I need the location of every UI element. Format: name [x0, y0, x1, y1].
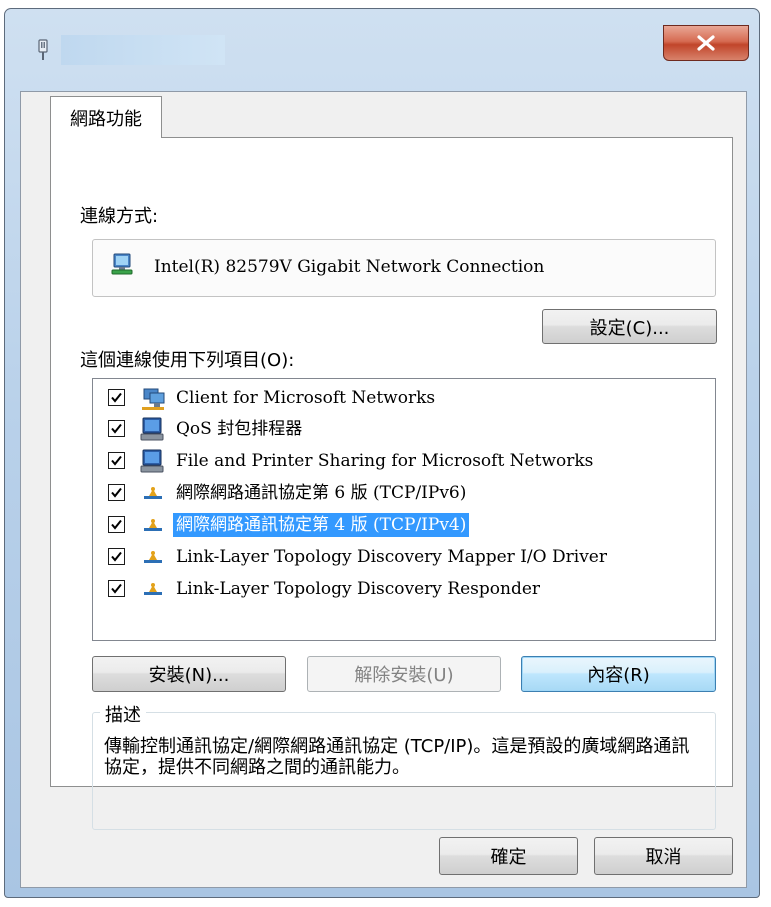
configure-button[interactable]: 設定(C)...	[542, 309, 717, 344]
list-item[interactable]: 網際網路通訊協定第 6 版 (TCP/IPv6)	[93, 478, 715, 508]
checkmark-icon	[111, 583, 122, 594]
list-item-label: File and Printer Sharing for Microsoft N…	[176, 451, 594, 471]
list-item[interactable]: 網際網路通訊協定第 4 版 (TCP/IPv4)	[93, 510, 715, 540]
protocol-icon	[140, 544, 166, 570]
configure-button-label: 設定(C)...	[589, 317, 670, 339]
uninstall-button-label: 解除安裝(U)	[354, 665, 454, 686]
items-label: 這個連線使用下列項目(O):	[80, 350, 295, 371]
list-item-label: 網際網路通訊協定第 6 版 (TCP/IPv6)	[176, 483, 467, 503]
network-adapter-icon	[37, 39, 49, 61]
list-item-label-selected: 網際網路通訊協定第 4 版 (TCP/IPv4)	[173, 513, 470, 537]
service-computer-icon	[140, 448, 166, 474]
checkmark-icon	[111, 392, 122, 403]
protocol-icon	[140, 480, 166, 506]
checkbox[interactable]	[108, 548, 125, 565]
checkbox[interactable]	[108, 452, 125, 469]
list-item[interactable]: QoS 封包排程器	[93, 414, 715, 444]
checkbox[interactable]	[108, 580, 125, 597]
adapter-box: Intel(R) 82579V Gigabit Network Connecti…	[92, 239, 716, 297]
checkmark-icon	[111, 551, 122, 562]
install-button-label: 安裝(N)...	[148, 665, 230, 686]
checkmark-icon	[111, 487, 122, 498]
window-title	[61, 35, 225, 65]
tab-networking[interactable]: 網路功能	[50, 96, 162, 138]
dialog-client: 網路功能 連線方式: Intel(R) 82579V Gigabit Netwo…	[20, 91, 747, 888]
list-item[interactable]: Link-Layer Topology Discovery Mapper I/O…	[93, 542, 715, 572]
checkmark-icon	[111, 519, 122, 530]
list-item-label: Link-Layer Topology Discovery Mapper I/O…	[176, 547, 607, 567]
list-item-label: Link-Layer Topology Discovery Responder	[176, 579, 541, 599]
dialog-window: 網路功能 連線方式: Intel(R) 82579V Gigabit Netwo…	[4, 8, 760, 898]
checkbox[interactable]	[108, 484, 125, 501]
network-client-icon	[140, 385, 166, 411]
list-item[interactable]: Client for Microsoft Networks	[93, 383, 715, 413]
properties-button[interactable]: 內容(R)	[521, 656, 716, 692]
checkbox[interactable]	[108, 420, 125, 437]
checkbox[interactable]	[108, 389, 125, 406]
title-bar[interactable]	[5, 9, 759, 83]
tab-panel: 連線方式: Intel(R) 82579V Gigabit Network Co…	[50, 137, 733, 830]
ok-button-label: 確定	[490, 847, 527, 868]
service-computer-icon	[140, 416, 166, 442]
description-title: 描述	[100, 701, 146, 727]
network-adapter-icon	[110, 252, 134, 276]
checkmark-icon	[111, 455, 122, 466]
properties-button-label: 內容(R)	[587, 665, 650, 686]
cancel-button-label: 取消	[645, 847, 682, 868]
list-item[interactable]: Link-Layer Topology Discovery Responder	[93, 574, 715, 604]
cancel-button[interactable]: 取消	[594, 837, 733, 875]
close-icon	[697, 35, 715, 51]
checkbox[interactable]	[108, 516, 125, 533]
list-item[interactable]: File and Printer Sharing for Microsoft N…	[93, 446, 715, 476]
list-item-label: Client for Microsoft Networks	[176, 388, 436, 408]
list-item-label: QoS 封包排程器	[176, 419, 303, 439]
protocol-icon	[140, 576, 166, 602]
description-text: 傳輸控制通訊協定/網際網路通訊協定 (TCP/IP)。這是預設的廣域網路通訊協定…	[104, 736, 690, 778]
install-button[interactable]: 安裝(N)...	[92, 656, 286, 692]
checkmark-icon	[111, 423, 122, 434]
adapter-name: Intel(R) 82579V Gigabit Network Connecti…	[154, 257, 545, 277]
close-button[interactable]	[663, 25, 749, 61]
tab-label: 網路功能	[70, 108, 142, 130]
components-list[interactable]: Client for Microsoft Networks QoS 封包排程器 …	[92, 378, 716, 641]
uninstall-button[interactable]: 解除安裝(U)	[307, 656, 501, 692]
ok-button[interactable]: 確定	[439, 837, 578, 875]
protocol-icon	[140, 512, 166, 538]
connect-using-label: 連線方式:	[80, 206, 159, 227]
